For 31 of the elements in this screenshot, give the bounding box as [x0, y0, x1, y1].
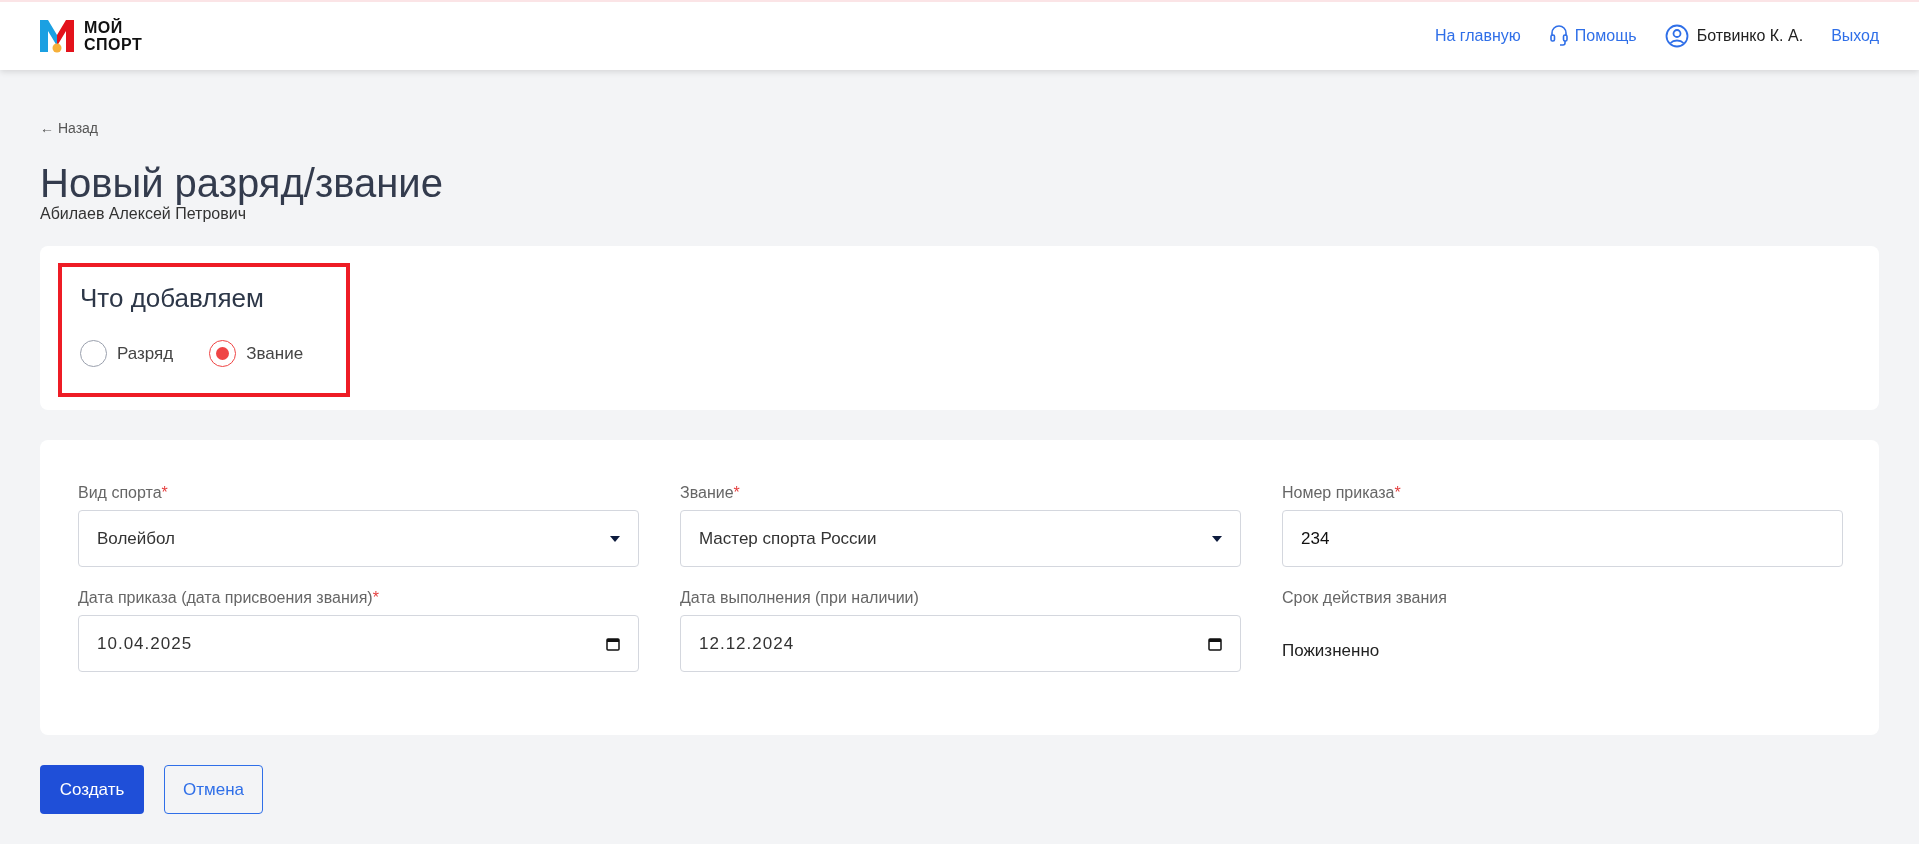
cancel-button[interactable]: Отмена	[164, 765, 263, 814]
field-label: Дата приказа (дата присвоения звания)*	[78, 589, 380, 607]
logo-text: МОЙ СПОРТ	[84, 19, 143, 53]
field-label: Дата выполнения (при наличии)	[680, 589, 920, 607]
field-label: Срок действия звания	[1282, 589, 1448, 607]
field-label: Вид спорта*	[78, 484, 169, 502]
nav-link[interactable]: На главную	[1434, 27, 1521, 45]
select-field[interactable]: Мастер спорта России	[680, 510, 1241, 567]
select-field[interactable]: Волейбол	[78, 510, 639, 567]
nav-link[interactable]: Выход	[1831, 27, 1879, 45]
radio-option[interactable]: Разряд	[80, 340, 174, 367]
radio-option[interactable]: Звание	[209, 340, 304, 367]
caret-icon	[1212, 535, 1222, 542]
back-link[interactable]: ← Назад	[40, 120, 98, 136]
date-field[interactable]: 12.12.2024	[680, 615, 1241, 672]
create-button[interactable]: Создать	[40, 765, 144, 814]
user-icon	[1664, 24, 1689, 48]
caret-icon	[610, 535, 620, 542]
section-heading: Что добавляем	[80, 283, 265, 314]
headset-icon	[1548, 25, 1569, 47]
input-field[interactable]: 234	[1282, 510, 1843, 567]
user-name[interactable]: Ботвинко К. А.	[1664, 24, 1804, 48]
date-field[interactable]: 10.04.2025	[78, 615, 639, 672]
field-label: Звание*	[680, 484, 741, 502]
help-link[interactable]: Помощь	[1548, 25, 1637, 47]
athlete-name: Абилаев Алексей Петрович	[40, 205, 246, 223]
field-value: Пожизненно	[1282, 641, 1381, 661]
calendar-icon	[1208, 636, 1222, 651]
calendar-icon	[606, 636, 620, 651]
field-label: Номер приказа*	[1282, 484, 1402, 502]
logo-icon	[40, 19, 74, 53]
